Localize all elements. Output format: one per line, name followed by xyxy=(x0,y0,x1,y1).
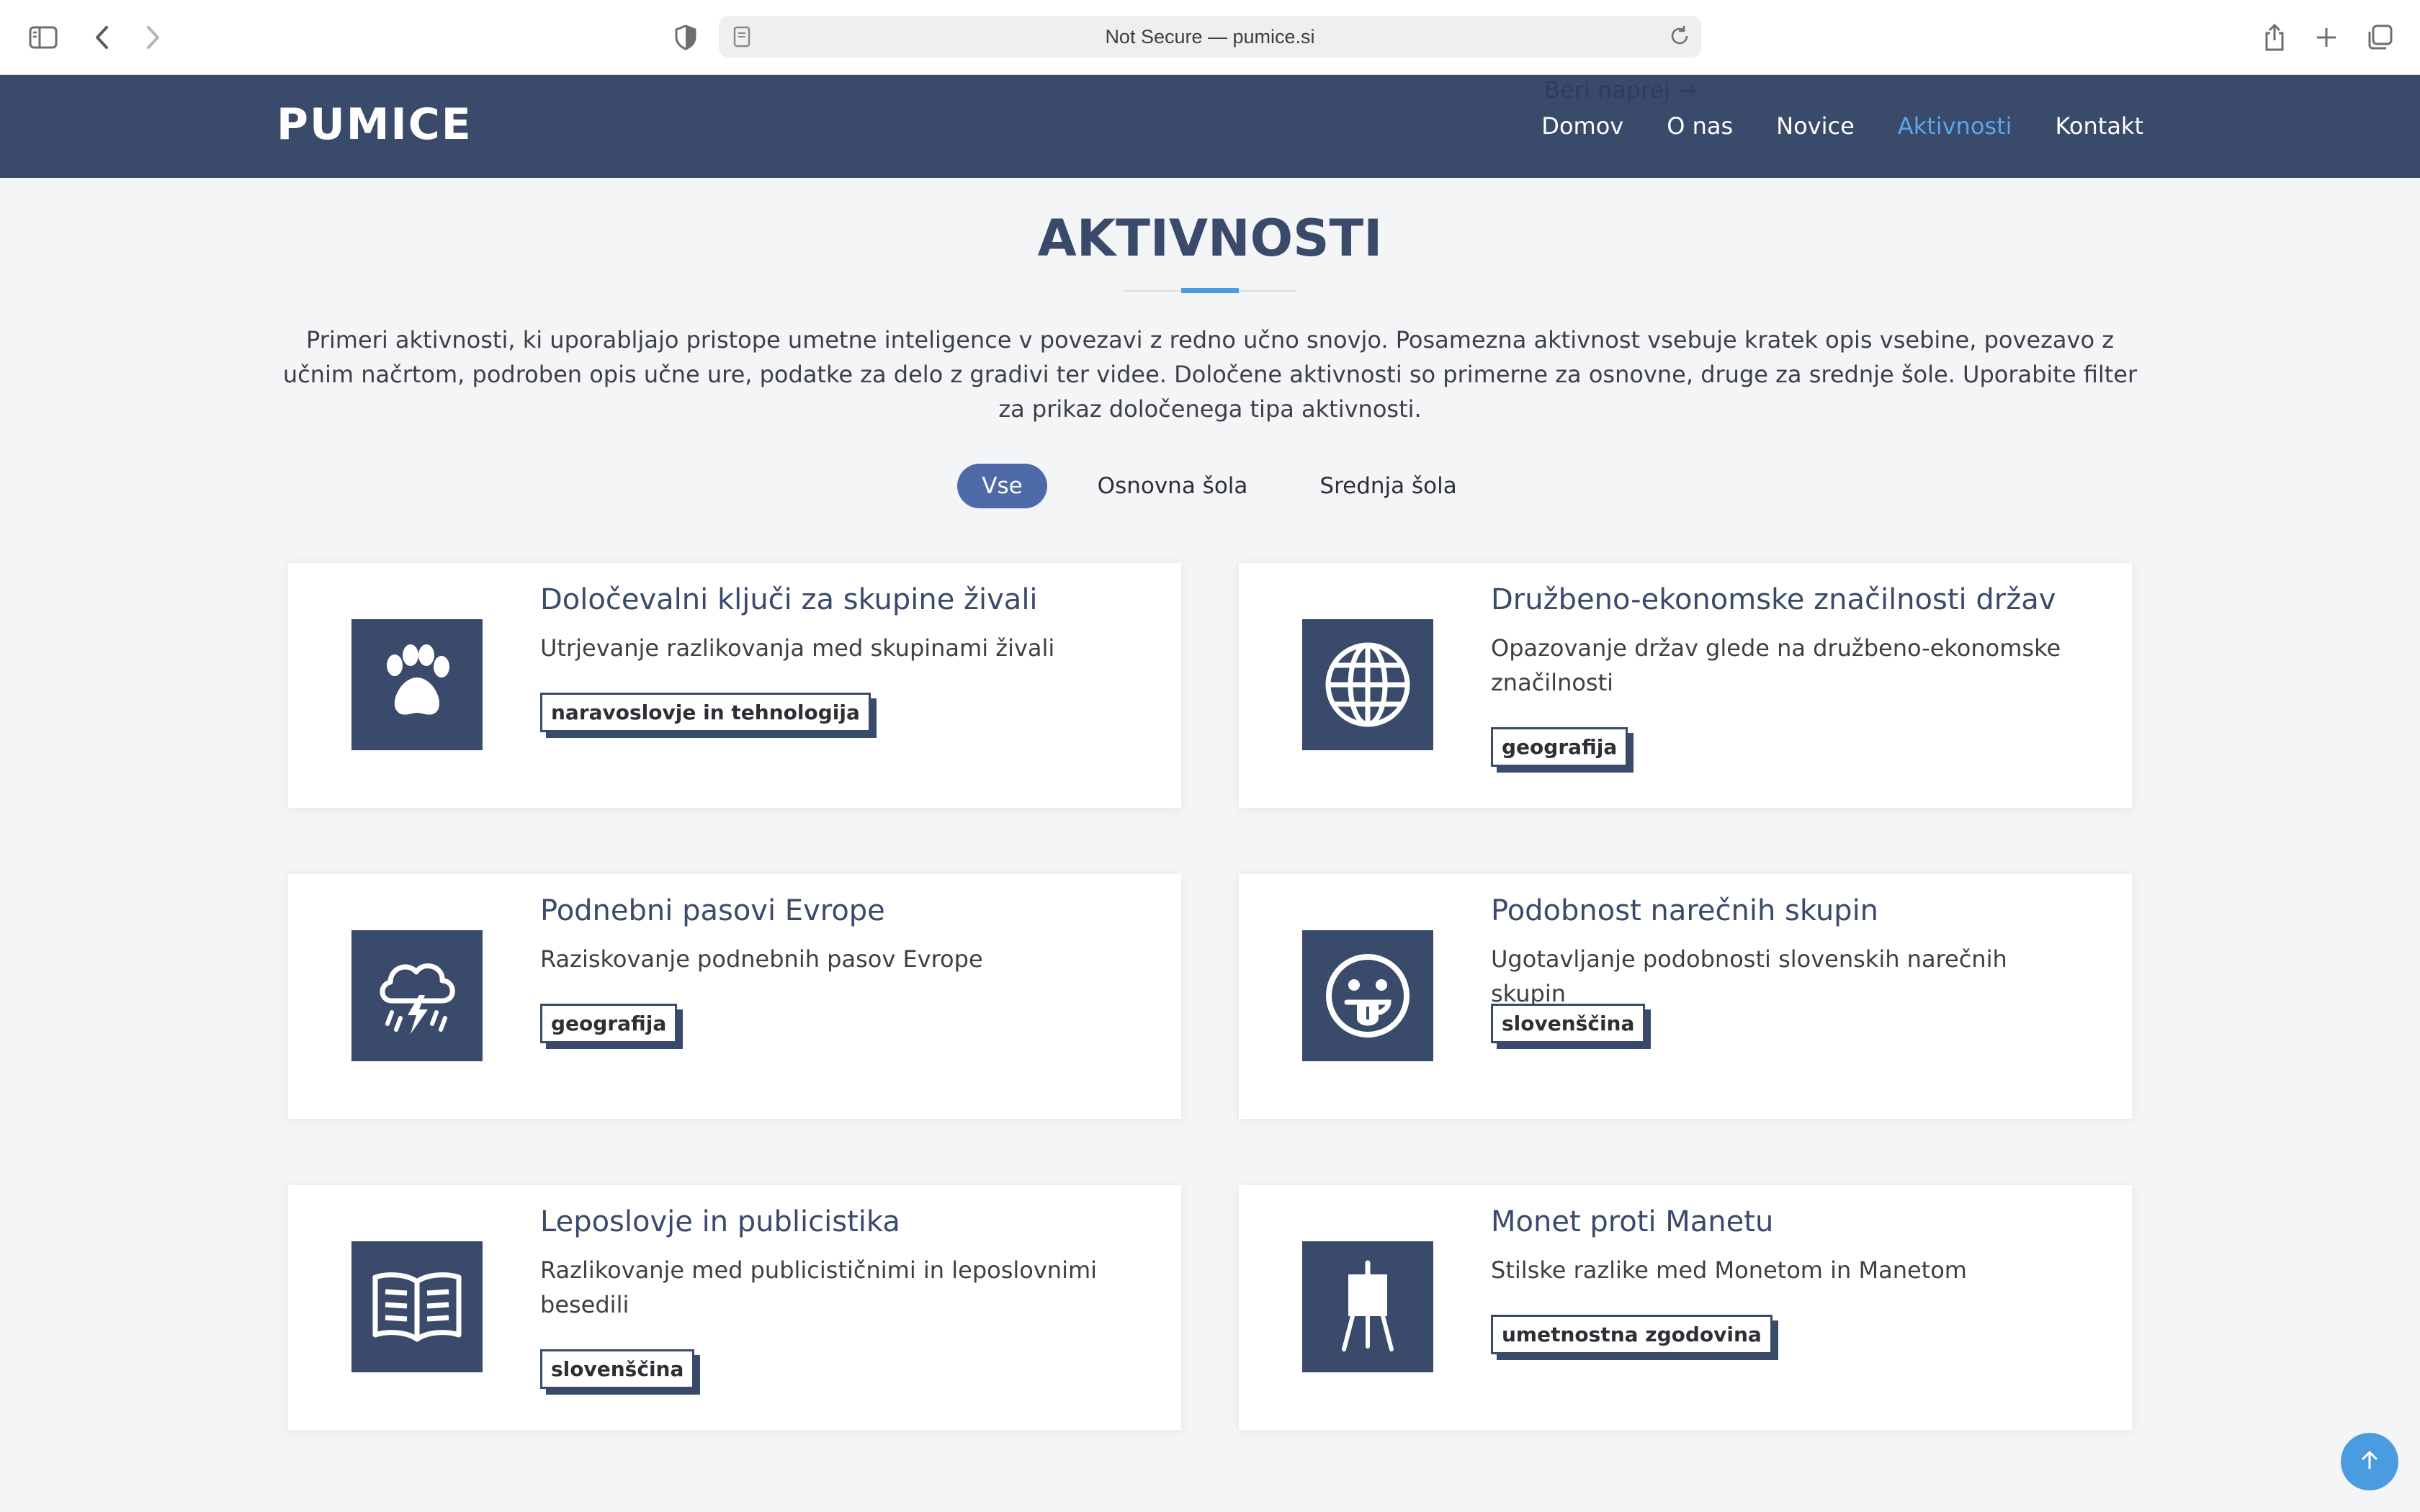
book-icon xyxy=(351,1241,483,1372)
page-title: AKTIVNOSTI xyxy=(1037,209,1383,268)
card-description: Utrjevanje razlikovanja med skupinami ži… xyxy=(540,634,1055,662)
back-to-top-button[interactable] xyxy=(2341,1433,2398,1490)
nav-item-kontakt[interactable]: Kontakt xyxy=(2056,112,2143,140)
filter-srednja-sola[interactable]: Srednja šola xyxy=(1298,464,1478,508)
browser-toolbar: Not Secure — pumice.si xyxy=(0,0,2420,75)
card-title[interactable]: Podobnost narečnih skupin xyxy=(1491,894,1878,927)
arrow-up-icon xyxy=(2359,1449,2380,1474)
card-title[interactable]: Monet proti Manetu xyxy=(1491,1205,1773,1238)
share-icon[interactable] xyxy=(2256,19,2293,56)
main-nav: Domov O nas Novice Aktivnosti Kontakt xyxy=(1541,112,2143,140)
subject-tag[interactable]: slovenščina xyxy=(540,1349,695,1389)
nav-item-domov[interactable]: Domov xyxy=(1541,112,1623,140)
activity-card[interactable]: Leposlovje in publicistika Razlikovanje … xyxy=(288,1185,1181,1430)
subject-tag[interactable]: geografija xyxy=(1491,727,1628,767)
read-more-link[interactable]: Beri naprej → xyxy=(1544,76,1697,104)
card-description: Stilske razlike med Monetom in Manetom xyxy=(1491,1256,1967,1284)
site-logo[interactable]: PUMICE xyxy=(277,99,472,150)
card-title[interactable]: Leposlovje in publicistika xyxy=(540,1205,900,1238)
sidebar-toggle-icon[interactable] xyxy=(24,19,62,56)
site-header: PUMICE Beri naprej → Domov O nas Novice … xyxy=(0,75,2420,178)
activity-card[interactable]: Družbeno-ekonomske značilnosti držav Opa… xyxy=(1239,563,2132,808)
title-accent-bar xyxy=(1181,288,1239,293)
globe-icon xyxy=(1302,619,1433,750)
subject-tag[interactable]: naravoslovje in tehnologija xyxy=(540,693,871,732)
filter-bar: Vse Osnovna šola Srednja šola xyxy=(0,464,2420,508)
card-title[interactable]: Določevalni ključi za skupine živali xyxy=(540,583,1038,616)
reload-icon[interactable] xyxy=(1668,24,1691,50)
paw-icon xyxy=(351,619,483,750)
nav-item-o-nas[interactable]: O nas xyxy=(1667,112,1733,140)
subject-tag[interactable]: slovenščina xyxy=(1491,1004,1646,1043)
address-bar[interactable]: Not Secure — pumice.si xyxy=(719,16,1701,58)
back-icon[interactable] xyxy=(84,19,121,56)
privacy-shield-icon[interactable] xyxy=(667,19,704,56)
card-description: Razlikovanje med publicističnimi in lepo… xyxy=(540,1256,1098,1318)
activity-card[interactable]: Monet proti Manetu Stilske razlike med M… xyxy=(1239,1185,2132,1430)
filter-vse[interactable]: Vse xyxy=(957,464,1047,508)
new-tab-icon[interactable] xyxy=(2308,19,2345,56)
card-description: Raziskovanje podnebnih pasov Evrope xyxy=(540,945,983,973)
activity-card[interactable]: Podobnost narečnih skupin Ugotavljanje p… xyxy=(1239,874,2132,1119)
forward-icon[interactable] xyxy=(134,19,171,56)
tongue-face-icon xyxy=(1302,930,1433,1061)
subject-tag[interactable]: geografija xyxy=(540,1004,678,1043)
intro-text: Primeri aktivnosti, ki uporabljajo prist… xyxy=(282,326,2138,423)
subject-tag[interactable]: umetnostna zgodovina xyxy=(1491,1315,1773,1354)
easel-icon xyxy=(1302,1241,1433,1372)
nav-item-novice[interactable]: Novice xyxy=(1776,112,1855,140)
card-description: Ugotavljanje podobnosti slovenskih nareč… xyxy=(1491,945,2007,1007)
card-title[interactable]: Podnebni pasovi Evrope xyxy=(540,894,885,927)
card-title[interactable]: Družbeno-ekonomske značilnosti držav xyxy=(1491,583,2056,616)
card-description: Opazovanje držav glede na družbeno-ekono… xyxy=(1491,634,2061,696)
page-icon xyxy=(733,26,750,50)
storm-cloud-icon xyxy=(351,930,483,1061)
tab-overview-icon[interactable] xyxy=(2361,19,2398,56)
address-text: Not Secure — pumice.si xyxy=(1105,25,1315,48)
activity-card[interactable]: Podnebni pasovi Evrope Raziskovanje podn… xyxy=(288,874,1181,1119)
activity-card[interactable]: Določevalni ključi za skupine živali Utr… xyxy=(288,563,1181,808)
nav-item-aktivnosti[interactable]: Aktivnosti xyxy=(1898,112,2012,140)
filter-osnovna-sola[interactable]: Osnovna šola xyxy=(1076,464,1270,508)
